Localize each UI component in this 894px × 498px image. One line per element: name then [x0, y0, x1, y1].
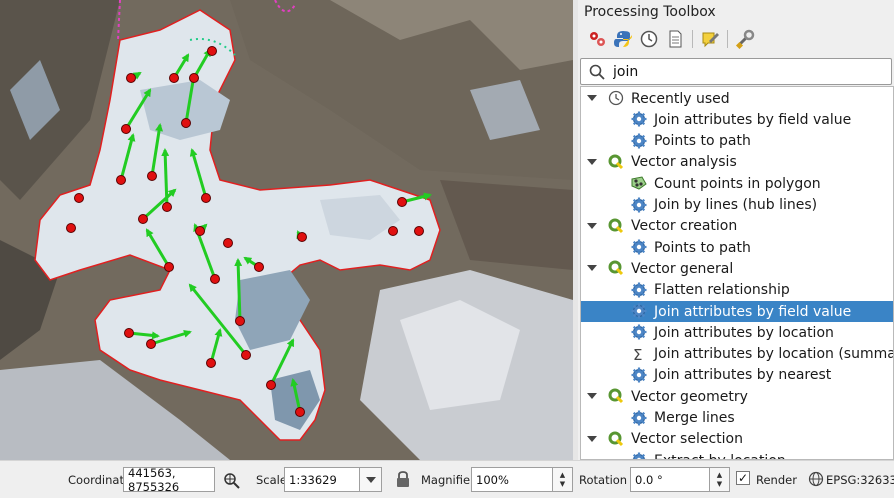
tree-group[interactable]: Vector general	[581, 258, 893, 279]
crs-globe-icon[interactable]	[808, 471, 824, 491]
rotation-spinner[interactable]: ▲ ▼	[710, 467, 730, 492]
tree-label: Vector analysis	[631, 154, 737, 171]
tree-item[interactable]: Join by lines (hub lines)	[581, 195, 893, 216]
magnifier-spinner[interactable]: ▲ ▼	[553, 467, 573, 492]
expand-arrow-icon[interactable]	[587, 158, 597, 165]
tree-item[interactable]: Merge lines	[581, 408, 893, 429]
tree-label: Points to path	[654, 133, 751, 150]
svg-text:Σ: Σ	[633, 346, 642, 362]
magnifier-label: Magnifier	[421, 473, 475, 487]
tree-item[interactable]: Points to path	[581, 131, 893, 152]
scale-dropdown[interactable]	[360, 467, 382, 492]
toolbar-separator	[692, 30, 693, 48]
expand-arrow-icon[interactable]	[587, 95, 597, 101]
points-icon	[630, 174, 648, 192]
scale-label: Scale	[256, 473, 287, 487]
gear-icon	[630, 451, 648, 459]
gear-icon	[630, 409, 648, 427]
tree-group[interactable]: Vector selection	[581, 429, 893, 450]
history-icon[interactable]	[638, 28, 660, 50]
qgis-icon	[607, 217, 625, 235]
tree-label: Count points in polygon	[654, 175, 821, 192]
rotation-field[interactable]: 0.0 °	[630, 467, 710, 492]
extents-toggle-icon[interactable]	[222, 470, 242, 494]
edit-features-icon[interactable]	[699, 28, 721, 50]
tree-label: Flatten relationship	[654, 282, 790, 299]
qgis-icon	[607, 430, 625, 448]
tree-item[interactable]: Σ Join attributes by location (summary)	[581, 344, 894, 365]
processing-toolbox-panel: Processing Toolbox Recently used Join att…	[578, 0, 894, 460]
chevron-down-icon	[365, 476, 376, 483]
status-bar: Coordinate 441563, 8755326 Scale 1:33629…	[0, 460, 894, 498]
algorithm-tree[interactable]: Recently used Join attributes by field va…	[580, 86, 894, 460]
python-icon[interactable]	[612, 28, 634, 50]
tree-group[interactable]: Vector creation	[581, 216, 893, 237]
results-icon[interactable]	[664, 28, 686, 50]
tree-label: Extract by location	[654, 453, 786, 459]
map-render	[0, 0, 573, 460]
toolbar-separator	[727, 30, 728, 48]
sigma-icon: Σ	[630, 345, 648, 363]
tree-item[interactable]: Extract by location	[581, 450, 893, 459]
rotation-label: Rotation	[579, 473, 628, 487]
tree-label: Vector creation	[631, 218, 738, 235]
tree-label: Vector selection	[631, 431, 743, 448]
tree-group[interactable]: Recently used	[581, 88, 893, 109]
clock-icon	[607, 89, 625, 107]
tree-label: Join attributes by field value	[654, 111, 852, 128]
qgis-icon	[607, 153, 625, 171]
gear-icon	[630, 281, 648, 299]
tree-group[interactable]: Vector analysis	[581, 152, 893, 173]
panel-title: Processing Toolbox	[584, 4, 716, 20]
tree-item[interactable]: Join attributes by nearest	[581, 365, 893, 386]
tree-label: Vector general	[631, 260, 734, 277]
gear-icon	[630, 132, 648, 150]
tree-label: Join attributes by location	[654, 324, 834, 341]
map-canvas[interactable]	[0, 0, 573, 460]
gear-icon	[630, 302, 648, 320]
tree-item[interactable]: Join attributes by location	[581, 322, 893, 343]
tree-item[interactable]: Points to path	[581, 237, 893, 258]
expand-arrow-icon[interactable]	[587, 222, 597, 229]
gear-icon	[630, 238, 648, 256]
tree-item[interactable]: Count points in polygon	[581, 173, 893, 194]
tree-label: Recently used	[631, 90, 730, 107]
tree-item[interactable]: Join attributes by field value	[581, 301, 893, 322]
tree-label: Merge lines	[654, 410, 735, 426]
expand-arrow-icon[interactable]	[587, 393, 597, 400]
tree-item[interactable]: Flatten relationship	[581, 280, 893, 301]
tree-item[interactable]: Join attributes by field value	[581, 109, 893, 130]
coordinate-label: Coordinate	[68, 473, 132, 487]
algorithm-search-box[interactable]	[580, 58, 892, 85]
search-icon	[589, 64, 605, 80]
gear-icon	[630, 366, 648, 384]
lock-icon[interactable]	[396, 471, 410, 492]
tree-group[interactable]: Vector geometry	[581, 386, 893, 407]
expand-arrow-icon[interactable]	[587, 265, 597, 272]
render-label: Render	[756, 473, 797, 487]
toolbox-toolbar	[586, 28, 756, 50]
gear-icon	[630, 323, 648, 341]
tree-label: Points to path	[654, 239, 751, 256]
gear-icon	[630, 110, 648, 128]
scale-field[interactable]: 1:33629	[284, 467, 360, 492]
tree-label: Join attributes by field value	[654, 303, 852, 320]
models-icon[interactable]	[586, 28, 608, 50]
search-input[interactable]	[613, 62, 883, 81]
options-icon[interactable]	[734, 28, 756, 50]
crs-label[interactable]: EPSG:32633	[826, 473, 894, 487]
tree-label: Vector geometry	[631, 388, 748, 405]
tree-label: Join by lines (hub lines)	[654, 197, 818, 213]
tree-label: Join attributes by nearest	[654, 367, 832, 384]
coordinate-field[interactable]: 441563, 8755326	[123, 466, 215, 494]
expand-arrow-icon[interactable]	[587, 435, 597, 442]
gear-icon	[630, 196, 648, 214]
render-checkbox[interactable]: ✓	[736, 471, 750, 485]
qgis-icon	[607, 387, 625, 405]
qgis-icon	[607, 259, 625, 277]
magnifier-field[interactable]: 100%	[471, 467, 553, 492]
tree-label: Join attributes by location (summary)	[654, 346, 894, 363]
